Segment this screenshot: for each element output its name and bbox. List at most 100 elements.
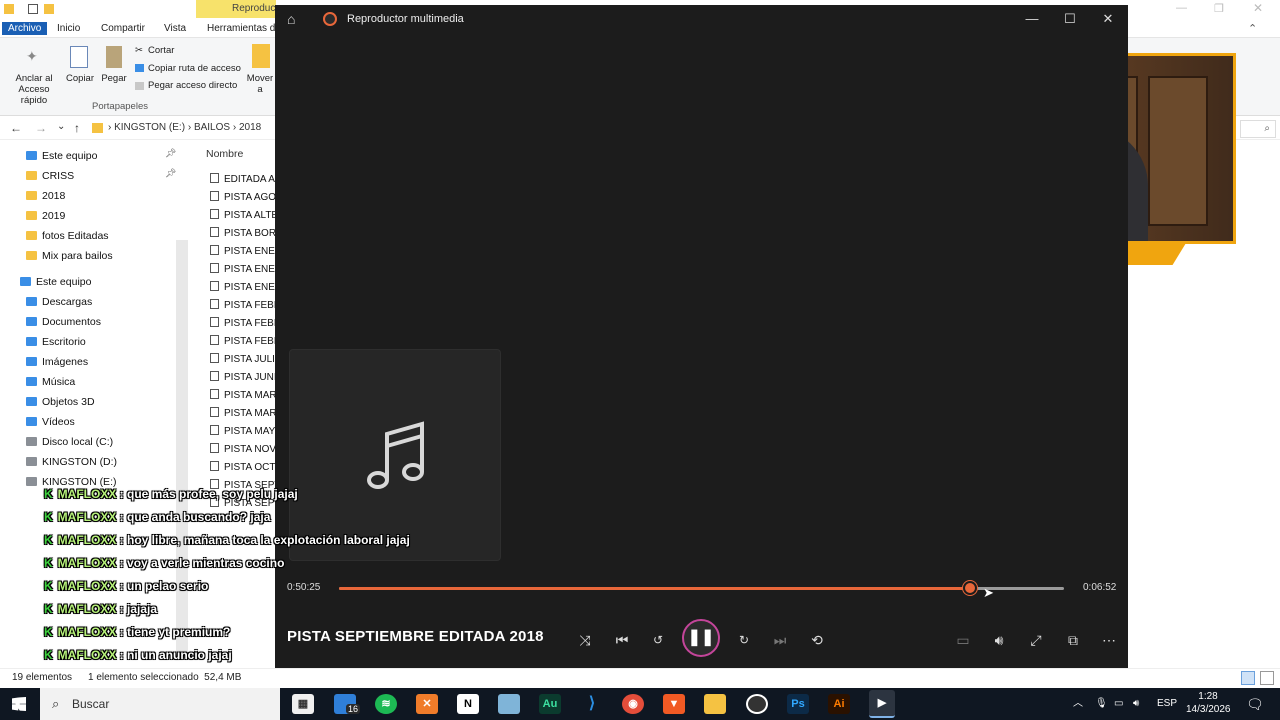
mini-player-icon[interactable]: ⧉ [1058, 625, 1088, 655]
checkbox-icon[interactable] [28, 4, 38, 14]
obs-icon[interactable] [746, 694, 768, 714]
file-row[interactable]: PISTA ALTE [210, 208, 278, 224]
maximize-icon[interactable]: ☐ [1057, 10, 1083, 28]
file-row[interactable]: PISTA ENER [210, 244, 282, 260]
breadcrumb-drive[interactable]: KINGSTON (E:) [114, 122, 185, 133]
tab-vista[interactable]: Vista [164, 23, 186, 34]
file-explorer-icon[interactable] [704, 694, 726, 714]
fullscreen-icon[interactable]: ⤢ [1021, 625, 1051, 655]
sidebar-item[interactable]: CRISS [26, 168, 74, 184]
sidebar-item[interactable]: 2018 [26, 188, 65, 204]
more-options-icon[interactable]: ⋯ [1094, 625, 1124, 655]
sidebar-item[interactable]: 2019 [26, 208, 65, 224]
sidebar-item[interactable]: Música [26, 374, 75, 390]
chrome-icon[interactable]: ◉ [622, 694, 644, 714]
home-icon[interactable]: ⌂ [287, 11, 295, 27]
file-row[interactable]: EDITADA A [210, 172, 275, 188]
illustrator-icon[interactable]: Ai [828, 694, 850, 714]
sidebar-item[interactable]: Este equipo [20, 274, 91, 290]
shuffle-icon[interactable]: ⤨ [570, 625, 600, 655]
breadcrumb-bailos[interactable]: BAILOS [194, 122, 230, 133]
pause-button[interactable]: ❚❚ [682, 619, 720, 657]
microphone-icon[interactable]: 🎙︎ [1095, 688, 1108, 720]
file-row[interactable]: PISTA NOVI [210, 442, 279, 458]
sidebar-item[interactable]: Disco local (C:) [26, 434, 113, 450]
search-icon[interactable]: ⌕ [1240, 120, 1276, 138]
seek-thumb[interactable] [962, 581, 977, 595]
sidebar-item[interactable]: Este equipo [26, 148, 97, 164]
file-row[interactable]: PISTA ENER [210, 262, 282, 278]
next-icon[interactable]: ⏭ [765, 625, 795, 655]
move-to-button[interactable]: Mover a [244, 73, 276, 95]
audition-icon[interactable]: Au [539, 694, 561, 714]
brave-icon[interactable]: ▼ [663, 694, 685, 714]
details-view-icon[interactable] [1241, 671, 1255, 685]
xampp-icon[interactable]: ✕ [416, 694, 438, 714]
file-row[interactable]: PISTA OCTU [210, 460, 283, 476]
sidebar-item[interactable]: Imágenes [26, 354, 88, 370]
tab-compartir[interactable]: Compartir [101, 23, 145, 34]
file-row[interactable]: PISTA FEBR [210, 298, 281, 314]
forward-icon[interactable]: → [35, 121, 47, 135]
cut-button[interactable]: Cortar [148, 45, 174, 56]
seek-bar[interactable] [339, 581, 1064, 595]
clock[interactable]: 1:28 14/3/2026 [1186, 690, 1231, 716]
sidebar-item[interactable]: Descargas [26, 294, 92, 310]
file-row[interactable]: PISTA BORR [210, 226, 283, 242]
file-row[interactable]: PISTA MAR [210, 406, 277, 422]
captions-icon[interactable]: ▭ [948, 625, 978, 655]
file-row[interactable]: PISTA JUNIO [210, 370, 284, 386]
previous-icon[interactable]: ⏮ [607, 625, 637, 655]
forward-30-icon[interactable]: ↻ [729, 625, 759, 655]
tab-herramientas[interactable]: Herramientas de [207, 23, 281, 34]
photoshop-icon[interactable]: Ps [787, 694, 809, 714]
tab-archivo[interactable]: Archivo [2, 22, 48, 35]
recent-chevron-icon[interactable]: ⌄ [57, 121, 65, 132]
notifications-icon[interactable]: 🗨︎ [1246, 688, 1264, 720]
pin-icon[interactable]: 📌︎ [165, 148, 176, 159]
language-indicator[interactable]: ESP [1157, 688, 1177, 720]
sidebar-item[interactable]: Objetos 3D [26, 394, 95, 410]
copy-button[interactable]: Copiar [64, 73, 96, 84]
speaker-icon[interactable]: 🔊︎ [1133, 688, 1139, 720]
up-icon[interactable]: ↑ [74, 121, 80, 135]
media-player-taskbar-icon[interactable]: ▶ [869, 690, 895, 718]
file-row[interactable]: PISTA JULIO [210, 352, 283, 368]
breadcrumb[interactable]: › KINGSTON (E:) › BAILOS › 2018 [108, 122, 261, 133]
sidebar-item[interactable]: Documentos [26, 314, 101, 330]
vscode-icon[interactable]: ⟩ [581, 694, 603, 714]
network-icon[interactable]: ▭ [1114, 688, 1123, 720]
restore-icon[interactable]: ❐ [1214, 2, 1224, 15]
close-icon[interactable]: ✕ [1095, 10, 1121, 28]
rewind-10-icon[interactable]: ↺ [643, 625, 673, 655]
file-row[interactable]: PISTA FEBR [210, 316, 281, 332]
repeat-off-icon[interactable]: ⟲ [802, 625, 832, 655]
new-folder-icon[interactable] [44, 4, 54, 14]
paste-button[interactable]: Pegar [100, 73, 128, 84]
start-icon[interactable] [12, 697, 26, 711]
file-row[interactable]: PISTA FEBR [210, 334, 281, 350]
file-row[interactable]: PISTA MAYO [210, 424, 283, 440]
back-icon[interactable]: ← [10, 121, 22, 135]
store-icon[interactable]: ▦ [292, 694, 314, 714]
minimize-icon[interactable]: — [1019, 10, 1045, 28]
file-icon[interactable] [498, 694, 520, 714]
copy-path-button[interactable]: Copiar ruta de acceso [148, 63, 241, 74]
file-row[interactable]: PISTA AGOS [210, 190, 283, 206]
sidebar-item[interactable]: fotos Editadas [26, 228, 109, 244]
pin-quick-access-button[interactable]: Anclar al Acceso rápido [4, 73, 64, 106]
collapse-ribbon-icon[interactable]: ⌃ [1248, 22, 1257, 35]
sidebar-item[interactable]: KINGSTON (D:) [26, 454, 117, 470]
sidebar-item[interactable]: Escritorio [26, 334, 86, 350]
breadcrumb-2018[interactable]: 2018 [239, 122, 261, 133]
tray-chevron-icon[interactable]: ︿ [1073, 688, 1083, 720]
taskbar-search[interactable]: ⌕ Buscar [40, 688, 280, 720]
file-row[interactable]: PISTA MAR [210, 388, 277, 404]
file-row[interactable]: PISTA ENER [210, 280, 282, 296]
sidebar-item[interactable]: Mix para bailos [26, 248, 113, 264]
nav-scrollbar[interactable] [176, 240, 188, 660]
pin-icon[interactable]: 📌︎ [165, 168, 176, 179]
tab-inicio[interactable]: Inicio [57, 23, 80, 34]
volume-icon[interactable]: 🔊︎ [984, 625, 1014, 655]
large-icons-view-icon[interactable] [1260, 671, 1274, 685]
